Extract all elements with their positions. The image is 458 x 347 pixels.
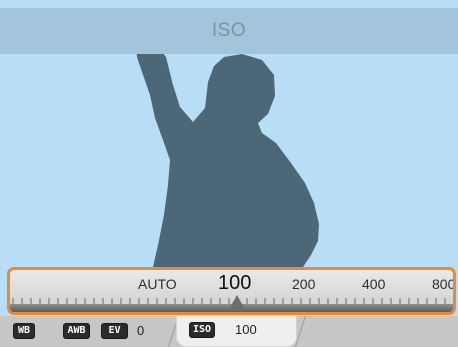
title-bar: ISO [0,8,458,54]
awb-icon[interactable]: AWB [63,323,90,339]
iso-current-value: 100 [235,322,257,337]
iso-option-100[interactable]: 100 [218,272,251,294]
iso-status-tab[interactable]: ISO 100 [176,316,297,347]
camera-viewfinder: ISO AUTO 100 200 400 800 WB AWB EV 0 ISO… [0,0,458,347]
page-title: ISO [211,20,247,41]
iso-pointer-indicator [228,295,246,311]
iso-scale-dial[interactable]: AUTO 100 200 400 800 [7,267,456,315]
iso-icon: ISO [189,322,215,338]
ev-icon[interactable]: EV [101,323,128,339]
wb-icon[interactable]: WB [13,323,35,339]
iso-option-200[interactable]: 200 [292,276,315,292]
iso-option-400[interactable]: 400 [362,276,385,292]
ev-value: 0 [137,323,145,338]
iso-option-800[interactable]: 800 [432,276,453,292]
iso-option-auto[interactable]: AUTO [138,276,177,292]
